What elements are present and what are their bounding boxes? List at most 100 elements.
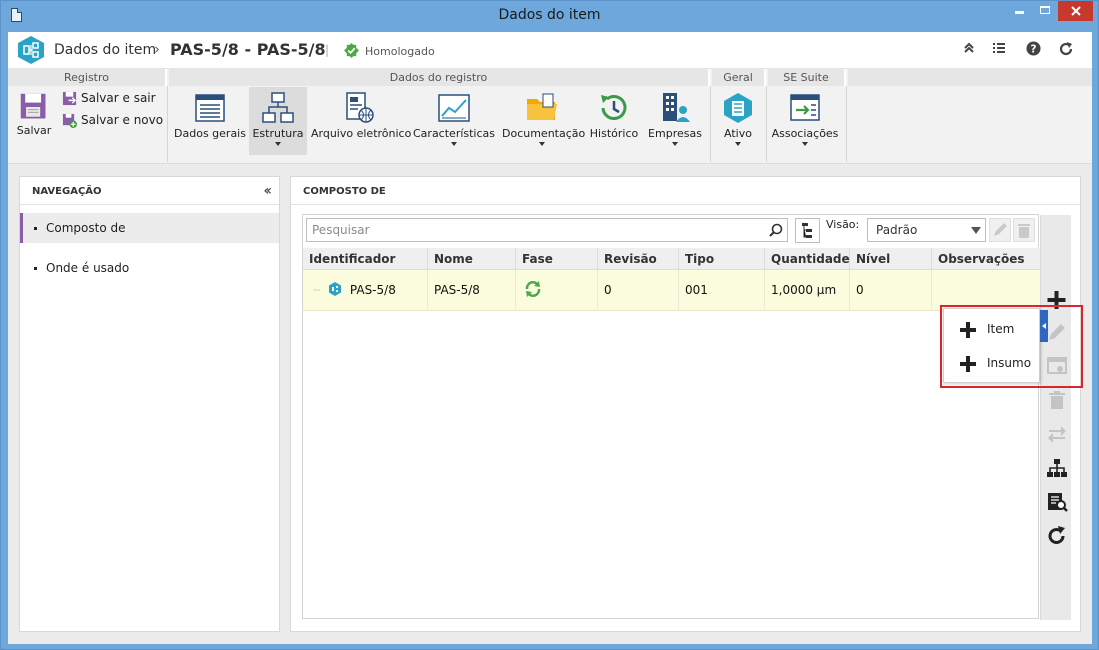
- dados-gerais-button[interactable]: Dados gerais: [173, 87, 247, 155]
- panel-title: COMPOSTO DE: [291, 177, 1080, 205]
- ribbon-separator: [710, 86, 711, 162]
- ativo-label: Ativo: [724, 127, 752, 140]
- close-button[interactable]: [1058, 1, 1093, 21]
- table-row[interactable]: ┈ PAS-5/8 PAS-5/8 0 001 1,0000 µm 0: [303, 270, 1040, 311]
- visao-value: Padrão: [876, 223, 918, 237]
- folder-icon: [527, 93, 557, 120]
- content-area: NAVEGAÇÃO ‹‹ Composto de Onde é usado CO…: [8, 164, 1092, 644]
- estrutura-button[interactable]: Estrutura: [249, 87, 307, 155]
- help-button[interactable]: ?: [1023, 41, 1043, 61]
- column-header[interactable]: Nível: [850, 248, 932, 270]
- column-header[interactable]: Observações: [932, 248, 1040, 270]
- data-grid: Visão: Padrão Identificador Nome Fa: [302, 214, 1083, 620]
- floppy-disk-icon: [20, 93, 46, 119]
- estrutura-label: Estrutura: [252, 127, 304, 140]
- navigation-title: NAVEGAÇÃO: [32, 186, 102, 197]
- column-header[interactable]: Tipo: [679, 248, 765, 270]
- breadcrumb-app: Dados do item: [54, 42, 157, 58]
- double-chevron-up-icon: [964, 42, 974, 53]
- documentacao-button[interactable]: Documentação: [502, 87, 585, 155]
- minimize-button[interactable]: [1006, 1, 1032, 21]
- list-menu-button[interactable]: [989, 41, 1009, 61]
- breadcrumb-separator-icon: ›: [154, 40, 160, 58]
- collapse-header-button[interactable]: [959, 41, 979, 61]
- delete-button[interactable]: [1046, 389, 1068, 411]
- caracteristicas-button[interactable]: Características: [413, 87, 495, 155]
- navigation-panel: NAVEGAÇÃO ‹‹ Composto de Onde é usado: [19, 176, 280, 632]
- refresh-icon: [1059, 42, 1073, 56]
- refresh-button[interactable]: [1046, 525, 1068, 547]
- form-icon: [195, 94, 225, 122]
- svg-text:?: ?: [1030, 43, 1036, 55]
- group-empty: [848, 69, 1092, 86]
- nav-item-onde-e-usado[interactable]: Onde é usado: [20, 253, 279, 283]
- dropdown-caret-icon: [672, 142, 678, 146]
- nav-item-composto-de[interactable]: Composto de: [20, 213, 279, 243]
- list-icon: [993, 43, 1005, 53]
- structure-tree-icon: [262, 92, 294, 123]
- column-header[interactable]: Nome: [428, 248, 516, 270]
- empresas-label: Empresas: [648, 127, 702, 140]
- association-window-icon: [790, 94, 820, 121]
- replace-button[interactable]: [1046, 423, 1068, 445]
- approved-badge-icon: [344, 43, 359, 58]
- tree-connector: ┈: [313, 283, 321, 297]
- cell-revisao: 0: [598, 270, 679, 311]
- hierarchy-button[interactable]: [1046, 457, 1068, 479]
- record-header: Dados do item › PAS-5/8 - PAS-5/8 | Homo…: [8, 32, 1092, 69]
- app-window: Dados do item Dados do item › PAS-5/8 - …: [0, 0, 1099, 650]
- tree-view-button[interactable]: [795, 218, 820, 243]
- nav-item-label: Composto de: [46, 221, 126, 235]
- highlight-box: [940, 305, 1083, 388]
- trash-icon: [1049, 391, 1065, 409]
- refresh-icon: [1048, 526, 1065, 544]
- status-badge: Homologado: [365, 45, 435, 58]
- arquivo-eletronico-button[interactable]: Arquivo eletrônico: [311, 87, 412, 155]
- composto-de-panel: COMPOSTO DE Visão: Padrão: [290, 176, 1083, 632]
- salvar-sair-button[interactable]: Salvar e sair: [62, 91, 156, 109]
- dropdown-caret-icon: [275, 142, 281, 146]
- column-header[interactable]: Revisão: [598, 248, 679, 270]
- visao-select[interactable]: Padrão: [867, 218, 986, 242]
- help-icon: ?: [1025, 41, 1041, 56]
- tree-list-icon: [802, 223, 812, 238]
- edit-view-button[interactable]: [989, 218, 1011, 242]
- dropdown-arrow-icon: [971, 227, 981, 234]
- column-header[interactable]: Identificador: [303, 248, 428, 270]
- cell-fase: [516, 270, 598, 311]
- title-bar: Dados do item: [1, 1, 1098, 31]
- search-input[interactable]: [307, 219, 757, 241]
- associacoes-button[interactable]: Associações: [770, 87, 840, 155]
- cell-identificador: ┈ PAS-5/8: [303, 270, 428, 311]
- column-header[interactable]: Quantidade: [765, 248, 850, 270]
- arquivo-eletronico-label: Arquivo eletrônico: [311, 127, 412, 140]
- salvar-novo-button[interactable]: Salvar e novo: [62, 113, 163, 131]
- maximize-button[interactable]: [1032, 1, 1058, 21]
- collapse-panel-icon[interactable]: ‹‹: [263, 183, 271, 199]
- search-icon[interactable]: [769, 223, 783, 237]
- dropdown-caret-icon: [539, 142, 545, 146]
- document-search-icon: [1048, 493, 1068, 512]
- visao-label: Visão:: [826, 218, 860, 231]
- history-clock-icon: [601, 95, 627, 120]
- nav-item-label: Onde é usado: [46, 261, 130, 275]
- historico-button[interactable]: Histórico: [588, 87, 640, 155]
- ativo-button[interactable]: Ativo: [716, 87, 760, 155]
- phase-cycle-icon: [525, 281, 541, 297]
- bullet-icon: [34, 227, 37, 230]
- salvar-button[interactable]: Salvar: [14, 87, 54, 155]
- identificador-value: PAS-5/8: [349, 283, 396, 297]
- delete-view-button[interactable]: [1013, 218, 1035, 242]
- cell-tipo: 001: [679, 270, 765, 311]
- item-hexagon-icon: [329, 282, 342, 296]
- refresh-header-button[interactable]: [1056, 41, 1076, 61]
- ribbon-separator: [766, 86, 767, 162]
- salvar-novo-label: Salvar e novo: [81, 113, 164, 127]
- column-header[interactable]: Fase: [516, 248, 598, 270]
- swap-arrows-icon: [1048, 426, 1066, 443]
- empresas-button[interactable]: Empresas: [645, 87, 705, 155]
- chart-icon: [438, 94, 470, 122]
- group-geral: Geral: [712, 69, 766, 86]
- window-title: Dados do item: [498, 7, 601, 23]
- document-search-button[interactable]: [1046, 491, 1068, 513]
